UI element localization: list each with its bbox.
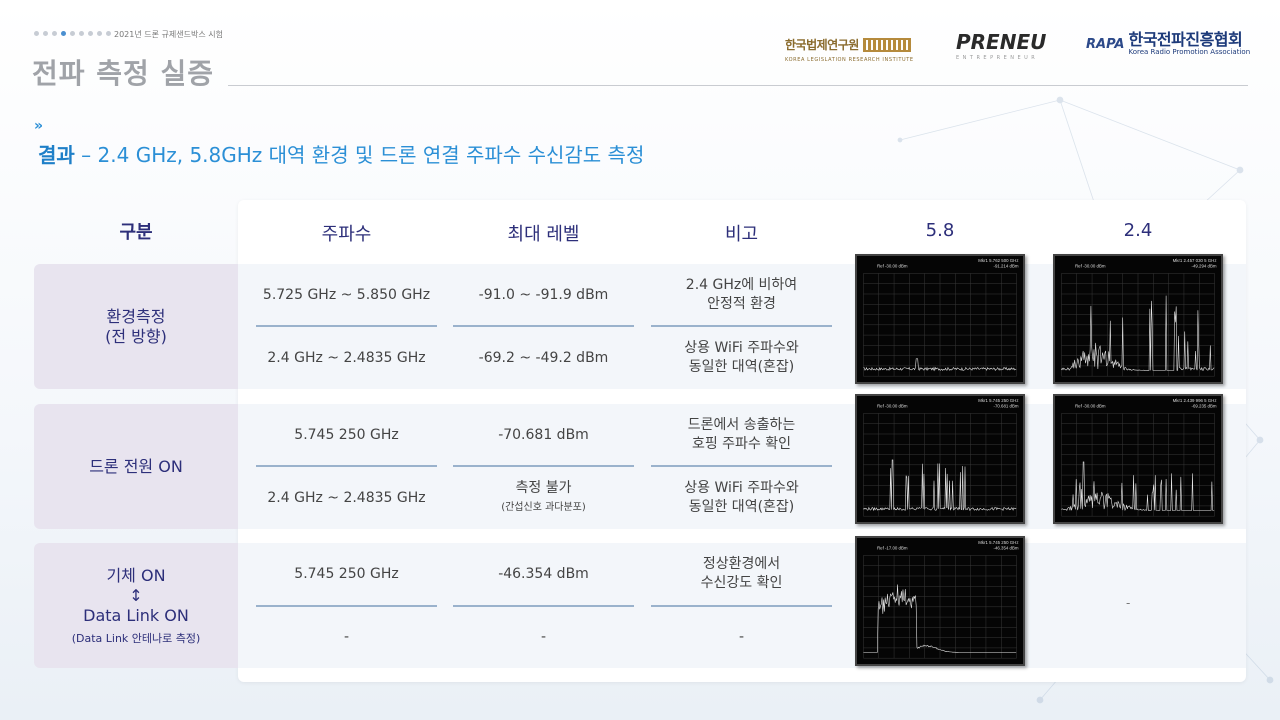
spectrum-image: Mkr1 5.745 250 GHz -70.681 dBm Ref -30.00 …: [855, 394, 1025, 524]
cell-frequency: 5.745 250 GHz: [294, 426, 399, 443]
header-note: 비고: [724, 224, 759, 245]
cell-note: 상용 WiFi 주파수와 동일한 대역(혼잡): [684, 480, 799, 515]
ref-level: Ref -30.00 dBm: [877, 404, 908, 409]
preneu-logo: PRENEU ENTREPRENEUR: [956, 30, 1047, 61]
ref-level: Ref -17.00 dBm: [877, 546, 908, 551]
slide-progress-dots: [34, 31, 111, 36]
cell-max-level: -: [540, 629, 547, 645]
ref-level: Ref -30.00 dBm: [877, 264, 908, 269]
ref-level: Ref -30.00 dBm: [1075, 264, 1106, 269]
spectrum-image: Mkr1 2.439 996 5 GHz -69.235 dBm Ref -30.0…: [1053, 394, 1223, 524]
spectrum-image: Mkr1 5.745 250 GHz -46.354 dBm Ref -17.00 …: [855, 536, 1025, 666]
cell-max-level: -46.354 dBm: [498, 565, 589, 582]
cell-max-level: -69.2 ~ -49.2 dBm: [478, 349, 609, 366]
spectrum-trace: Mkr1 5.745 250 GHz-46.354 dBm Ref -17.00 …: [863, 540, 1019, 659]
rapa-logo: RAPA 한국전파진흥협회 Korea Radio Promotion Asso…: [1086, 30, 1251, 57]
cell-frequency: 2.4 GHz ~ 2.4835 GHz: [267, 489, 426, 506]
marker-label: Mkr1 5.762 500 GHz: [978, 258, 1018, 263]
header-frequency: 주파수: [321, 224, 372, 245]
klri-logo: 한국법제연구원 KOREA LEGISLATION RESEARCH INSTI…: [785, 37, 914, 63]
cell-frequency: 2.4 GHz ~ 2.4835 GHz: [267, 349, 426, 366]
marker-value: -70.681 dBm: [994, 404, 1019, 409]
marker-label: Mkr1 2.439 996 5 GHz: [1173, 398, 1217, 403]
cell-frequency: -: [343, 629, 350, 645]
marker-value: -49.294 dBm: [1192, 264, 1217, 269]
cell-frequency: 5.725 GHz ~ 5.850 GHz: [262, 286, 431, 303]
header-2-4: 2.4: [1123, 220, 1153, 241]
ref-level: Ref -30.00 dBm: [1075, 404, 1106, 409]
cell-max-level: -91.0 ~ -91.9 dBm: [478, 286, 609, 303]
cell-frequency: 5.745 250 GHz: [294, 565, 399, 582]
header-5-8: 5.8: [925, 220, 955, 241]
cell-max-level: 측정 불가 (간섭신호 과다분포): [501, 480, 586, 513]
cell-note: 상용 WiFi 주파수와 동일한 대역(혼잡): [684, 340, 799, 375]
title-divider: [228, 85, 1248, 86]
cell-note: 드론에서 송출하는 호핑 주파수 확인: [687, 417, 796, 452]
page-title: 전파 측정 실증: [32, 57, 215, 90]
marker-label: Mkr1 2.457 030 5 GHz: [1173, 258, 1217, 263]
cell-note: 2.4 GHz에 비하여 안정적 환경: [685, 277, 798, 312]
marker-value: -69.235 dBm: [1192, 404, 1217, 409]
spectrum-image: Mkr1 5.762 500 GHz -91.214 dBm Ref -30.00 …: [855, 254, 1025, 384]
section-title: 결과 – 2.4 GHz, 5.8GHz 대역 환경 및 드론 연결 주파수 수…: [38, 143, 645, 167]
cell-note: -: [738, 629, 745, 645]
empty-cell: -: [1126, 596, 1131, 610]
spectrum-trace: Mkr1 5.762 500 GHz-91.214 dBm Ref -30.00 …: [863, 258, 1019, 377]
spectrum-trace: Mkr1 2.457 030 5 GHz-49.294 dBm Ref -30.0…: [1061, 258, 1217, 377]
top-caption: 2021년 드론 규제샌드박스 시험: [114, 30, 223, 39]
group-datalink-on: 기체 ON ↕ Data Link ON (Data Link 안테나로 측정): [34, 543, 238, 668]
header-max-level: 최대 레벨: [507, 224, 580, 245]
group-drone-power-on: 드론 전원 ON: [34, 404, 238, 529]
marker-value: -46.354 dBm: [994, 546, 1019, 551]
header-gubun: 구분: [119, 222, 153, 243]
marker-value: -91.214 dBm: [994, 264, 1019, 269]
spectrum-trace: Mkr1 2.439 996 5 GHz-69.235 dBm Ref -30.0…: [1061, 398, 1217, 517]
group-environment: 환경측정 (전 방향): [34, 264, 238, 389]
marker-label: Mkr1 5.745 250 GHz: [978, 540, 1018, 545]
spectrum-trace: Mkr1 5.745 250 GHz-70.681 dBm Ref -30.00 …: [863, 398, 1019, 517]
cell-max-level: -70.681 dBm: [498, 426, 589, 443]
cell-note: 정상환경에서 수신강도 확인: [700, 556, 783, 591]
marker-label: Mkr1 5.745 250 GHz: [978, 398, 1018, 403]
spectrum-image: Mkr1 2.457 030 5 GHz -49.294 dBm Ref -30.0…: [1053, 254, 1223, 384]
chevron-right-icon: »: [34, 118, 44, 134]
